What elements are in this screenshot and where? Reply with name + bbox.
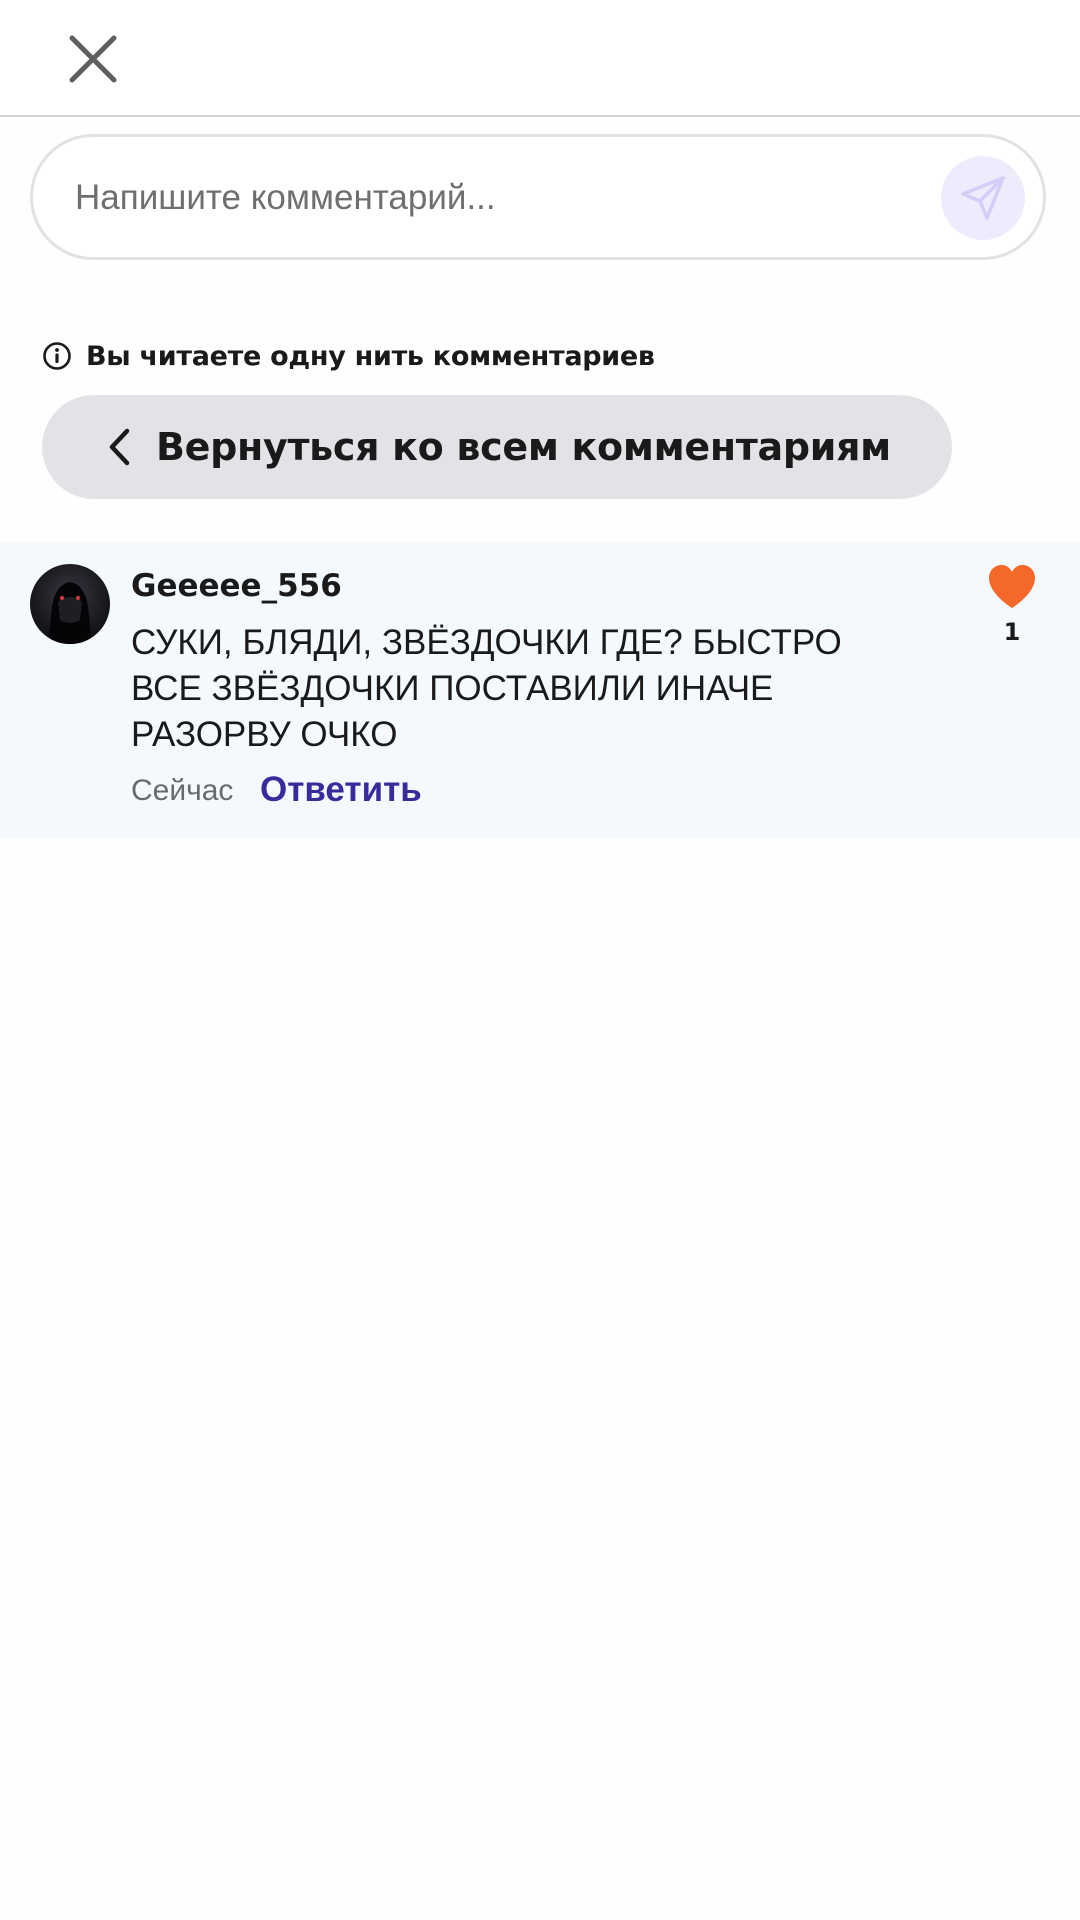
close-button[interactable]	[58, 24, 128, 94]
send-button[interactable]	[941, 156, 1025, 240]
top-bar	[0, 0, 1080, 117]
comment-item: Geeeee_556 СУКИ, БЛЯДИ, ЗВЁЗДОЧКИ ГДЕ? Б…	[0, 542, 1080, 838]
thread-note: Вы читаете одну нить комментариев	[42, 336, 655, 376]
comment-input-box	[30, 134, 1046, 260]
like-button[interactable]	[985, 560, 1039, 614]
avatar[interactable]	[30, 564, 110, 644]
close-icon	[69, 35, 117, 83]
chevron-left-icon	[102, 425, 136, 469]
comment-time: Сейчас	[131, 774, 234, 807]
thread-note-text: Вы читаете одну нить комментариев	[86, 340, 655, 372]
heart-icon	[989, 565, 1035, 608]
back-button-label: Вернуться ко всем комментариям	[156, 425, 891, 469]
comment-input[interactable]	[73, 157, 937, 239]
reply-button[interactable]: Ответить	[260, 770, 422, 810]
comment-text: СУКИ, БЛЯДИ, ЗВЁЗДОЧКИ ГДЕ? БЫСТРО ВСЕ З…	[131, 623, 842, 754]
send-icon	[961, 176, 1005, 220]
like-count: 1	[1003, 618, 1021, 646]
comment-username[interactable]: Geeeee_556	[131, 568, 342, 604]
info-icon	[42, 341, 72, 371]
back-to-all-comments-button[interactable]: Вернуться ко всем комментариям	[42, 395, 952, 499]
